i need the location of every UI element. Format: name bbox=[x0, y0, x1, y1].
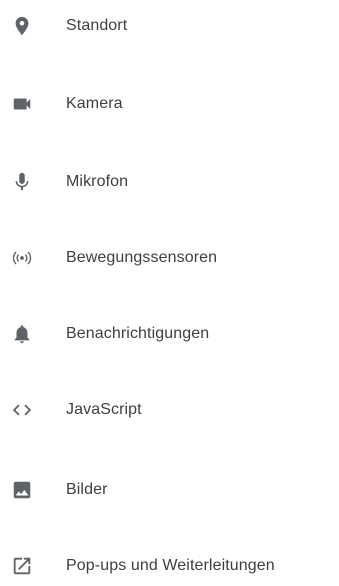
site-permissions-list: Standort Kamera Mikrofon Bewegungssensor… bbox=[0, 0, 339, 579]
code-icon bbox=[10, 398, 34, 422]
permission-label: Bilder bbox=[66, 481, 108, 498]
image-icon bbox=[10, 478, 34, 502]
video-camera-icon bbox=[10, 92, 34, 116]
permission-label: Kamera bbox=[66, 95, 123, 112]
permission-item-microphone[interactable]: Mikrofon bbox=[0, 162, 339, 202]
permission-label: Pop-ups und Weiterleitungen bbox=[66, 557, 275, 574]
permission-label: Bewegungssensoren bbox=[66, 249, 218, 266]
permission-item-camera[interactable]: Kamera bbox=[0, 84, 339, 124]
permission-label: Mikrofon bbox=[66, 173, 129, 190]
bell-icon bbox=[10, 322, 34, 346]
location-pin-icon bbox=[10, 14, 34, 38]
microphone-icon bbox=[10, 170, 34, 194]
permission-label: Benachrichtigungen bbox=[66, 325, 210, 342]
permission-item-notifications[interactable]: Benachrichtigungen bbox=[0, 314, 339, 354]
motion-sensor-icon bbox=[10, 246, 34, 270]
permission-item-location[interactable]: Standort bbox=[0, 6, 339, 46]
permission-label: JavaScript bbox=[66, 401, 142, 418]
open-in-new-icon bbox=[10, 554, 34, 578]
permission-item-javascript[interactable]: JavaScript bbox=[0, 390, 339, 430]
permission-item-images[interactable]: Bilder bbox=[0, 470, 339, 510]
permission-label: Standort bbox=[66, 17, 128, 34]
permission-item-motion-sensors[interactable]: Bewegungssensoren bbox=[0, 238, 339, 278]
permission-item-popups-redirects[interactable]: Pop-ups und Weiterleitungen bbox=[0, 546, 339, 586]
